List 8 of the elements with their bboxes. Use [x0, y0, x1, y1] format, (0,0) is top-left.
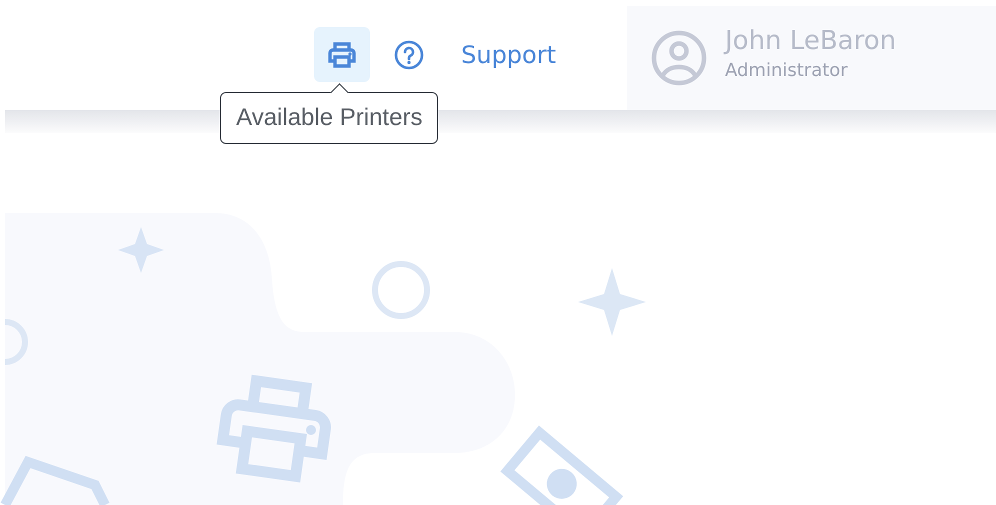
user-panel[interactable]: John LeBaron Administrator — [627, 6, 996, 110]
help-icon — [394, 40, 424, 70]
user-name: John LeBaron — [725, 26, 896, 56]
support-link[interactable]: Support — [461, 40, 556, 68]
tooltip: Available Printers — [220, 85, 438, 144]
printer-icon — [327, 42, 358, 68]
user-role: Administrator — [725, 60, 849, 80]
avatar-icon — [651, 30, 707, 86]
